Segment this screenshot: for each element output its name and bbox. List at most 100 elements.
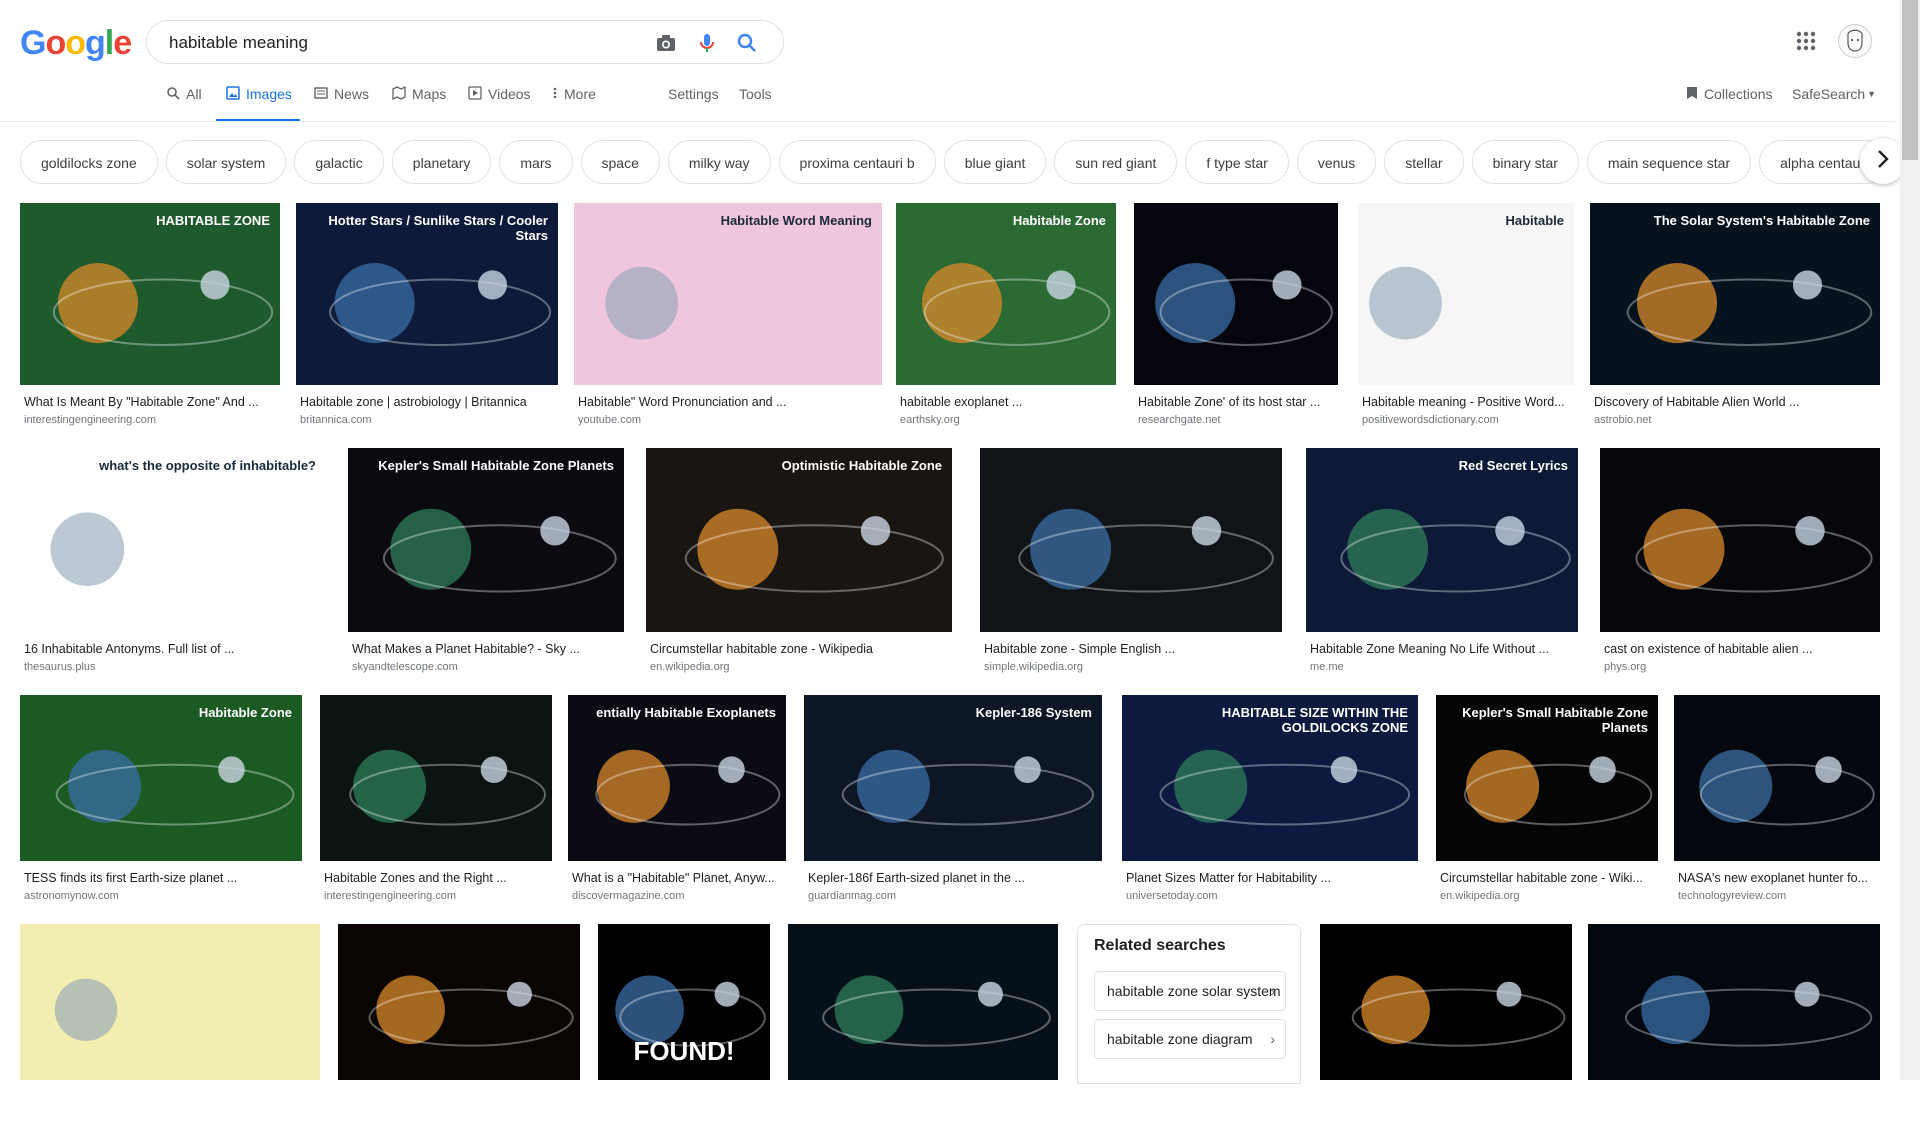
result-source[interactable]: positivewordsdictionary.com — [1362, 414, 1570, 426]
result-title[interactable]: Circumstellar habitable zone - Wikipedia — [650, 642, 948, 656]
chip[interactable]: planetary — [391, 140, 492, 184]
image-result[interactable]: Habitable Zone habitable exoplanet ... ear… — [896, 203, 1116, 431]
result-thumbnail[interactable]: Habitable Zone — [20, 695, 302, 861]
result-title[interactable]: Discovery of Habitable Alien World ... — [1594, 395, 1876, 409]
result-title[interactable]: Circumstellar habitable zone - Wiki... — [1440, 871, 1654, 885]
image-result[interactable]: Kepler-186 System Kepler-186f Earth-sized… — [804, 695, 1102, 907]
tab-videos[interactable]: Videos — [468, 86, 531, 122]
result-thumbnail[interactable]: entially Habitable Exoplanets — [568, 695, 786, 861]
image-result[interactable] — [1320, 924, 1572, 1126]
result-source[interactable]: britannica.com — [300, 414, 554, 426]
chip[interactable]: goldilocks zone — [20, 140, 158, 184]
result-source[interactable]: me.me — [1310, 661, 1574, 673]
image-result[interactable] — [338, 924, 580, 1126]
image-result[interactable]: cast on existence of habitable alien ...… — [1600, 448, 1880, 678]
chip[interactable]: stellar — [1384, 140, 1464, 184]
result-source[interactable]: youtube.com — [578, 414, 878, 426]
result-source[interactable]: universetoday.com — [1126, 890, 1414, 902]
result-thumbnail[interactable]: Kepler-186 System — [804, 695, 1102, 861]
result-thumbnail[interactable] — [1600, 448, 1880, 632]
result-source[interactable]: researchgate.net — [1138, 414, 1334, 426]
result-thumbnail[interactable]: what's the opposite of inhabitable? — [20, 448, 326, 632]
result-thumbnail[interactable] — [788, 924, 1058, 1080]
result-thumbnail[interactable] — [338, 924, 580, 1080]
image-result[interactable]: Optimistic Habitable Zone Circumstellar h… — [646, 448, 952, 678]
image-result[interactable]: Habitable Habitable meaning - Positive Wo… — [1358, 203, 1574, 431]
result-thumbnail[interactable]: Kepler's Small Habitable Zone Planets — [1436, 695, 1658, 861]
result-thumbnail[interactable] — [1134, 203, 1338, 385]
search-input[interactable] — [167, 31, 641, 55]
result-source[interactable]: interestingengineering.com — [324, 890, 548, 902]
result-thumbnail[interactable]: Habitable Zone — [896, 203, 1116, 385]
google-logo[interactable]: Google — [20, 24, 132, 63]
result-source[interactable]: en.wikipedia.org — [1440, 890, 1654, 902]
result-source[interactable]: simple.wikipedia.org — [984, 661, 1278, 673]
result-title[interactable]: habitable exoplanet ... — [900, 395, 1112, 409]
image-result[interactable] — [20, 924, 320, 1126]
chip[interactable]: venus — [1296, 140, 1377, 184]
result-title[interactable]: cast on existence of habitable alien ... — [1604, 642, 1876, 656]
result-source[interactable]: phys.org — [1604, 661, 1876, 673]
result-source[interactable]: interestingengineering.com — [24, 414, 276, 426]
avatar[interactable] — [1838, 24, 1872, 58]
result-title[interactable]: TESS finds its first Earth-size planet .… — [24, 871, 298, 885]
collections-button[interactable]: Collections — [1686, 86, 1772, 122]
result-source[interactable]: skyandtelescope.com — [352, 661, 620, 673]
result-title[interactable]: Habitable meaning - Positive Word... — [1362, 395, 1570, 409]
search-icon[interactable] — [735, 31, 759, 55]
result-source[interactable]: thesaurus.plus — [24, 661, 322, 673]
result-thumbnail[interactable]: Hotter Stars / Sunlike Stars / Cooler St… — [296, 203, 558, 385]
result-thumbnail[interactable] — [980, 448, 1282, 632]
image-result[interactable]: HABITABLE SIZE WITHIN THE GOLDILOCKS ZON… — [1122, 695, 1418, 907]
tab-images[interactable]: Images — [216, 86, 300, 122]
result-thumbnail[interactable]: The Solar System's Habitable Zone — [1590, 203, 1880, 385]
image-result[interactable]: Habitable zone - Simple English ... simpl… — [980, 448, 1282, 678]
result-source[interactable]: earthsky.org — [900, 414, 1112, 426]
image-result[interactable]: Kepler's Small Habitable Zone Planets Wha… — [348, 448, 624, 678]
image-result[interactable]: what's the opposite of inhabitable? 16 In… — [20, 448, 326, 678]
result-title[interactable]: Habitable Zones and the Right ... — [324, 871, 548, 885]
result-thumbnail[interactable]: FOUND! — [598, 924, 770, 1080]
scrollbar-track[interactable] — [1900, 0, 1920, 1080]
image-result[interactable]: Habitable Zone TESS finds its first Earth… — [20, 695, 302, 907]
tab-all[interactable]: All — [166, 86, 202, 122]
tab-more[interactable]: More — [552, 86, 596, 122]
result-thumbnail[interactable]: Optimistic Habitable Zone — [646, 448, 952, 632]
result-thumbnail[interactable] — [1588, 924, 1880, 1080]
chip[interactable]: space — [580, 140, 660, 184]
image-result[interactable]: entially Habitable Exoplanets What is a "… — [568, 695, 786, 907]
result-title[interactable]: NASA's new exoplanet hunter fo... — [1678, 871, 1876, 885]
chip[interactable]: binary star — [1471, 140, 1579, 184]
image-result[interactable]: NASA's new exoplanet hunter fo... technol… — [1674, 695, 1880, 907]
result-source[interactable]: astronomynow.com — [24, 890, 298, 902]
chip[interactable]: milky way — [667, 140, 771, 184]
result-thumbnail[interactable]: Kepler's Small Habitable Zone Planets — [348, 448, 624, 632]
chip[interactable]: galactic — [294, 140, 384, 184]
result-thumbnail[interactable]: HABITABLE SIZE WITHIN THE GOLDILOCKS ZON… — [1122, 695, 1418, 861]
chip[interactable]: sun red giant — [1054, 140, 1178, 184]
result-thumbnail[interactable] — [320, 695, 552, 861]
result-source[interactable]: astrobio.net — [1594, 414, 1876, 426]
chip[interactable]: main sequence star — [1586, 140, 1752, 184]
result-thumbnail[interactable]: Habitable Word Meaning — [574, 203, 882, 385]
result-title[interactable]: Habitable zone | astrobiology | Britanni… — [300, 395, 554, 409]
result-title[interactable]: What Is Meant By "Habitable Zone" And ..… — [24, 395, 276, 409]
result-title[interactable]: Habitable" Word Pronunciation and ... — [578, 395, 878, 409]
tab-news[interactable]: News — [314, 86, 369, 122]
image-result[interactable]: Habitable Zone' of its host star ... rese… — [1134, 203, 1338, 431]
result-thumbnail[interactable] — [20, 924, 320, 1080]
chip[interactable]: f type star — [1185, 140, 1289, 184]
result-thumbnail[interactable]: Red Secret Lyrics — [1306, 448, 1578, 632]
result-thumbnail[interactable]: Habitable — [1358, 203, 1574, 385]
chip[interactable]: solar system — [165, 140, 287, 184]
camera-icon[interactable] — [654, 31, 678, 55]
chip[interactable]: blue giant — [943, 140, 1047, 184]
result-title[interactable]: Planet Sizes Matter for Habitability ... — [1126, 871, 1414, 885]
result-source[interactable]: en.wikipedia.org — [650, 661, 948, 673]
apps-grid-icon[interactable] — [1795, 30, 1817, 52]
result-source[interactable]: discovermagazine.com — [572, 890, 782, 902]
microphone-icon[interactable] — [695, 31, 719, 55]
tab-settings[interactable]: Settings — [668, 86, 719, 122]
result-source[interactable]: guardianmag.com — [808, 890, 1098, 902]
tab-tools[interactable]: Tools — [739, 86, 772, 122]
